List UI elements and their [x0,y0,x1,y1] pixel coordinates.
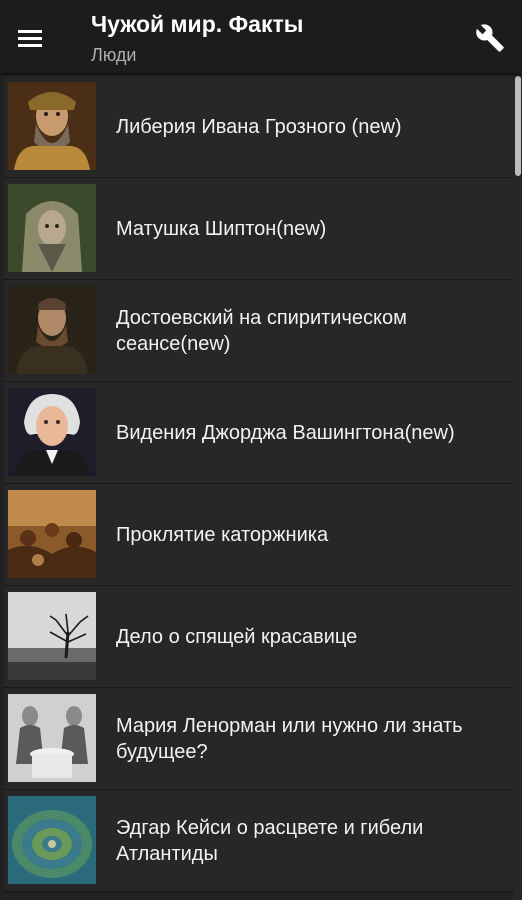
app-title: Чужой мир. Факты [91,11,304,37]
scrollbar-thumb[interactable] [515,76,521,176]
thumbnail-image [8,694,96,782]
list-item-label: Эдгар Кейси о расцвете и гибели Атлантид… [116,816,424,865]
scrollbar[interactable] [514,76,522,900]
app-subtitle: Люди [91,45,137,65]
thumbnail-image [8,286,96,374]
thumbnail-image [8,592,96,680]
menu-button[interactable] [12,20,48,56]
list-item[interactable]: Либерия Ивана Грозного (new) [4,76,514,178]
thumbnail-image [8,82,96,170]
wrench-icon [476,24,504,52]
thumbnail-image [8,490,96,578]
list-item[interactable]: Дело о спящей красавице [4,586,514,688]
articles-list: Либерия Ивана Грозного (new) Матушка Шип… [4,76,514,900]
list-item-label: Дело о спящей красавице [116,625,358,648]
thumbnail-image [8,184,96,272]
thumbnail-image [8,796,96,884]
list-item[interactable]: Достоевский на спиритическом сеансе(new) [4,280,514,382]
list-item-label: Матушка Шиптон(new) [116,217,327,240]
hamburger-menu-icon [18,30,42,47]
app-bar: Чужой мир. Факты Люди [0,0,522,73]
list-item[interactable]: Матушка Шиптон(new) [4,178,514,280]
list-item[interactable]: Проклятие каторжника [4,484,514,586]
list-item[interactable]: Мария Ленорман или нужно ли знать будуще… [4,688,514,790]
list-item-label: Мария Ленорман или нужно ли знать будуще… [116,714,463,763]
settings-button[interactable] [470,18,510,58]
list-item[interactable]: Эдгар Кейси о расцвете и гибели Атлантид… [4,790,514,892]
list-item[interactable]: Видения Джорджа Вашингтона(new) [4,382,514,484]
list-item-label: Проклятие каторжника [116,523,329,546]
list-item-label: Достоевский на спиритическом сеансе(new) [116,306,407,355]
thumbnail-image [8,388,96,476]
list-item-label: Видения Джорджа Вашингтона(new) [116,421,455,444]
list-item-label: Либерия Ивана Грозного (new) [116,115,402,138]
